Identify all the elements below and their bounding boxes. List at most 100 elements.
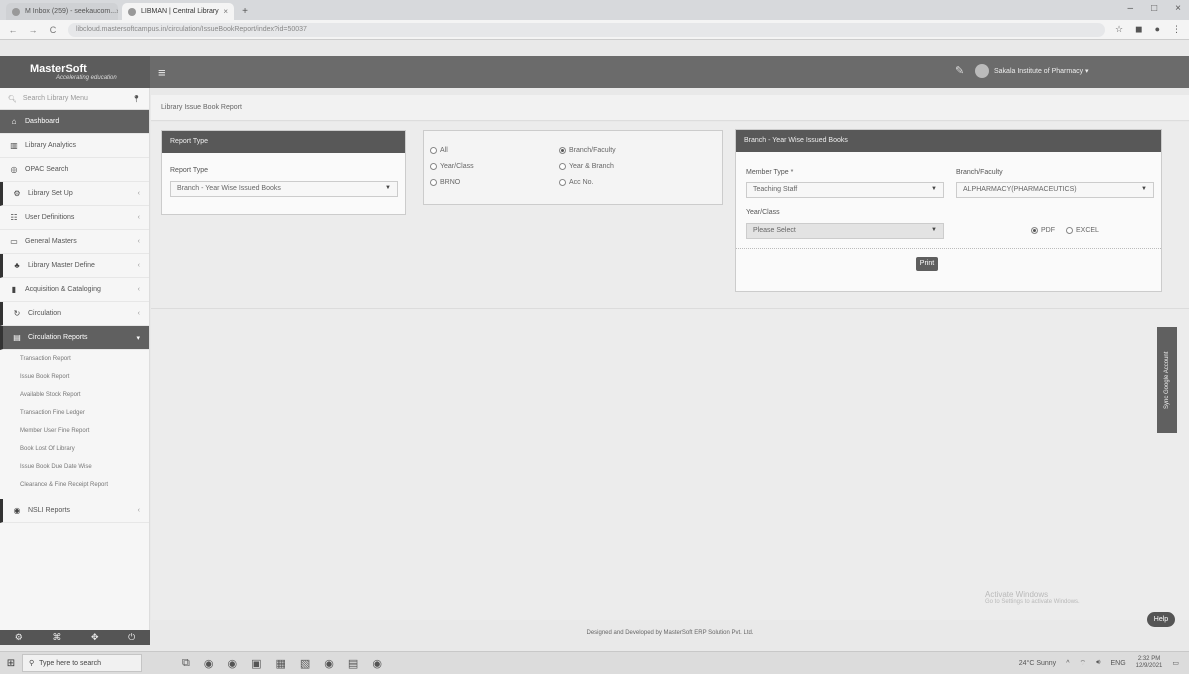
sidebar-item-circulation[interactable]: ↻ Circulation ‹ bbox=[0, 302, 149, 326]
store-icon[interactable]: ▣ bbox=[251, 657, 261, 670]
sidebar-subitem-due-date[interactable]: Issue Book Due Date Wise bbox=[0, 458, 149, 476]
sidebar-item-user-definitions[interactable]: ☷ User Definitions ‹ bbox=[0, 206, 149, 230]
radio-brno[interactable]: BRNO bbox=[430, 179, 460, 186]
sidebar-item-library-master-define[interactable]: ♣ Library Master Define ‹ bbox=[0, 254, 149, 278]
language-text[interactable]: ENG bbox=[1111, 660, 1126, 667]
browser-tab-libman[interactable]: LIBMAN | Central Library × bbox=[122, 3, 234, 20]
print-button[interactable]: Print bbox=[916, 257, 938, 271]
year-class-select[interactable]: Please Select ▼ bbox=[746, 223, 944, 239]
taskbar-clock[interactable]: 2:32 PM 12/9/2021 bbox=[1136, 656, 1163, 670]
sidebar-item-opac-search[interactable]: ◎ OPAC Search bbox=[0, 158, 149, 182]
grid-icon[interactable]: ⌘ bbox=[52, 632, 61, 643]
radio-excel[interactable]: EXCEL bbox=[1066, 227, 1099, 234]
notification-icon[interactable]: ✎ bbox=[955, 64, 969, 78]
volume-icon[interactable]: 🔊︎ bbox=[1096, 659, 1100, 667]
chrome-icon[interactable]: ◉ bbox=[204, 657, 214, 670]
branch-faculty-select[interactable]: ALPHARMACY(PHARMACEUTICS) ▼ bbox=[956, 182, 1154, 198]
help-button[interactable]: Help bbox=[1147, 612, 1175, 627]
chrome-icon[interactable]: ◉ bbox=[372, 657, 382, 670]
sidebar-subitem-issue-book-report[interactable]: Issue Book Report bbox=[0, 368, 149, 386]
sidebar-subitem-transaction-report[interactable]: Transaction Report bbox=[0, 350, 149, 368]
notification-icon[interactable]: ▭ bbox=[1172, 659, 1179, 667]
branch-year-panel: Branch - Year Wise Issued Books Member T… bbox=[735, 129, 1162, 292]
url-input[interactable]: libcloud.mastersoftcampus.in/circulation… bbox=[68, 22, 1105, 37]
star-icon[interactable]: ☆ bbox=[1115, 24, 1123, 35]
sidebar-item-dashboard[interactable]: ⌂ Dashboard bbox=[0, 110, 149, 134]
user-name: Sakala Institute of Pharmacy ▾ bbox=[994, 68, 1089, 75]
extension-icon[interactable]: ◼ bbox=[1135, 24, 1142, 35]
sidebar-item-acquisition[interactable]: ▮ Acquisition & Cataloging ‹ bbox=[0, 278, 149, 302]
task-view-icon[interactable]: ⧉ bbox=[182, 657, 190, 670]
radio-year-branch[interactable]: Year & Branch bbox=[559, 163, 614, 170]
libman-favicon-icon bbox=[128, 7, 136, 16]
forward-button[interactable]: → bbox=[28, 25, 38, 35]
windows-start-icon[interactable]: ⊞ bbox=[0, 658, 22, 669]
back-button[interactable]: ← bbox=[8, 25, 18, 35]
sidebar-subitem-fine-ledger[interactable]: Transaction Fine Ledger bbox=[0, 404, 149, 422]
power-icon[interactable]: ⏻ bbox=[128, 632, 135, 643]
brand-logo[interactable]: MasterSoft Accelerating education bbox=[0, 56, 150, 88]
sidebar-item-label: User Definitions bbox=[25, 214, 75, 221]
sidebar-item-nsli-reports[interactable]: ◉ NSLI Reports ‹ bbox=[0, 499, 149, 523]
sidebar-subitem-available-stock[interactable]: Available Stock Report bbox=[0, 386, 149, 404]
radio-label: Acc No. bbox=[569, 179, 594, 186]
network-icon[interactable]: ⌔ bbox=[1079, 659, 1086, 668]
hamburger-icon[interactable]: ≡ bbox=[158, 65, 166, 80]
browser-tab-gmail[interactable]: M Inbox (259) - seekaucom... × bbox=[6, 3, 118, 20]
chevron-left-icon: ‹ bbox=[137, 190, 140, 197]
sidebar-item-library-setup[interactable]: ⚙ Library Set Up ‹ bbox=[0, 182, 149, 206]
user-menu[interactable]: Sakala Institute of Pharmacy ▾ bbox=[975, 64, 1089, 78]
browser-tabstrip: M Inbox (259) - seekaucom... × LIBMAN | … bbox=[0, 0, 1189, 20]
maximize-button[interactable]: □ bbox=[1151, 3, 1157, 14]
sidebar-subitem-book-lost[interactable]: Book Lost Of Library bbox=[0, 440, 149, 458]
close-icon[interactable]: × bbox=[223, 7, 228, 16]
weather-text[interactable]: 24°C Sunny bbox=[1019, 660, 1056, 667]
search-icon: ⚲ bbox=[29, 660, 35, 667]
radio-label: PDF bbox=[1041, 227, 1055, 234]
chrome-icon[interactable]: ◉ bbox=[324, 657, 334, 670]
chrome-icon[interactable]: ◉ bbox=[227, 657, 237, 670]
breadcrumb: Library Issue Book Report bbox=[151, 95, 1189, 121]
word-icon[interactable]: ▧ bbox=[300, 657, 310, 670]
minimize-button[interactable]: – bbox=[1128, 3, 1134, 14]
close-window-button[interactable]: × bbox=[1175, 3, 1181, 14]
tray-arrow-icon[interactable]: ^ bbox=[1066, 660, 1069, 667]
kebab-menu-icon[interactable]: ⋮ bbox=[1172, 24, 1181, 35]
sidebar-subitem-member-fine[interactable]: Member User Fine Report bbox=[0, 422, 149, 440]
refresh-icon: ↻ bbox=[13, 309, 21, 318]
radio-circle bbox=[1031, 227, 1038, 234]
watermark-line2: Go to Settings to activate Windows. bbox=[985, 599, 1080, 605]
close-icon[interactable]: × bbox=[116, 7, 118, 16]
radio-acc-no[interactable]: Acc No. bbox=[559, 179, 594, 186]
radio-pdf[interactable]: PDF bbox=[1031, 227, 1055, 234]
org-icon: ♣ bbox=[14, 261, 20, 270]
new-tab-button[interactable]: + bbox=[238, 3, 252, 20]
chevron-left-icon: ‹ bbox=[137, 286, 140, 293]
reload-button[interactable]: C bbox=[48, 25, 58, 35]
sidebar-item-circulation-reports[interactable]: ▤ Circulation Reports ▾ bbox=[0, 326, 149, 350]
radio-circle bbox=[430, 179, 437, 186]
gear-icon[interactable]: ⚙ bbox=[15, 632, 23, 643]
profile-icon[interactable]: ● bbox=[1155, 24, 1160, 35]
sidebar-search[interactable]: 🔍︎ Search Library Menu 📍︎ bbox=[0, 88, 149, 110]
panel-title: Branch - Year Wise Issued Books bbox=[736, 130, 1161, 152]
chart-icon: ▥ bbox=[10, 141, 18, 150]
pin-icon[interactable]: 📍︎ bbox=[132, 95, 141, 103]
taskbar-search[interactable]: ⚲ Type here to search bbox=[22, 654, 142, 672]
report-type-select[interactable]: Branch - Year Wise Issued Books ▼ bbox=[170, 181, 398, 197]
sidebar-item-general-masters[interactable]: ▭ General Masters ‹ bbox=[0, 230, 149, 254]
panel-title: Report Type bbox=[162, 131, 405, 153]
radio-all[interactable]: All bbox=[430, 147, 448, 154]
member-type-select[interactable]: Teaching Staff ▼ bbox=[746, 182, 944, 198]
sync-google-tab[interactable]: Sync Google Account bbox=[1157, 327, 1177, 433]
brand-name: MasterSoft bbox=[30, 63, 87, 75]
excel-icon[interactable]: ▦ bbox=[275, 657, 285, 670]
search-placeholder: Search Library Menu bbox=[22, 95, 88, 102]
radio-branch-faculty[interactable]: Branch/Faculty bbox=[559, 147, 616, 154]
sidebar-subitem-clearance[interactable]: Clearance & Fine Receipt Report bbox=[0, 476, 149, 494]
activate-windows-watermark: Activate Windows Go to Settings to activ… bbox=[985, 590, 1080, 605]
radio-year-class[interactable]: Year/Class bbox=[430, 163, 474, 170]
sidebar-item-library-analytics[interactable]: ▥ Library Analytics bbox=[0, 134, 149, 158]
settings-icon[interactable]: ✥ bbox=[91, 632, 99, 643]
file-icon[interactable]: ▤ bbox=[348, 657, 358, 670]
